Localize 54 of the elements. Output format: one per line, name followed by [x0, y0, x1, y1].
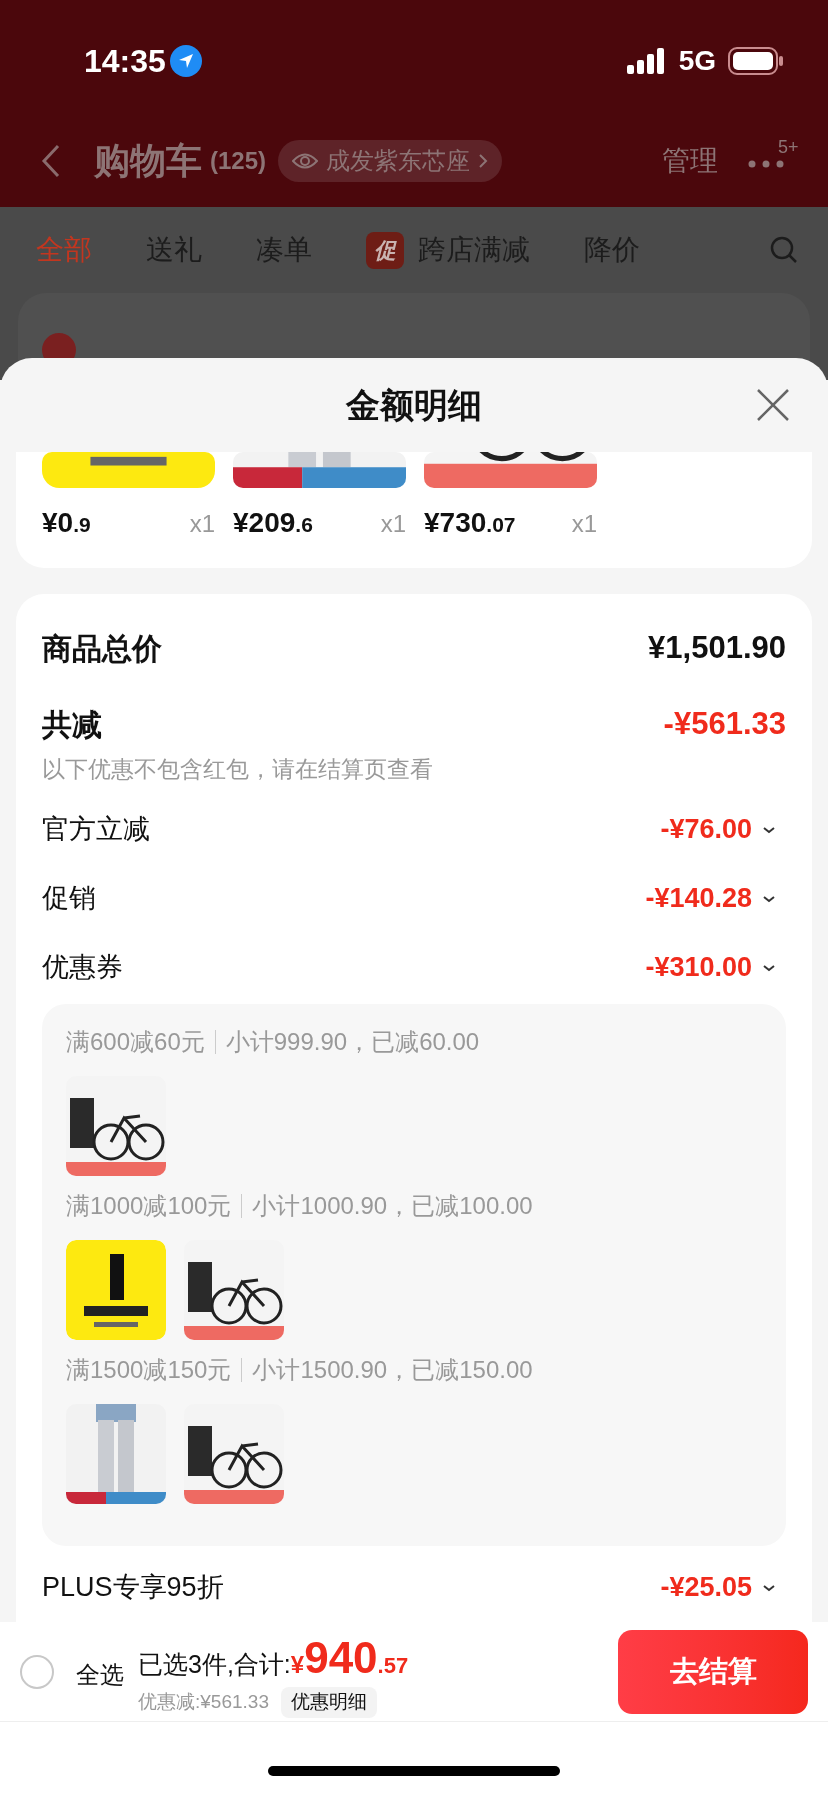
chevron-down-icon — [762, 824, 776, 835]
item-quantity: x1 — [380, 509, 406, 539]
item-price: ¥209.6 — [233, 506, 313, 540]
more-icon[interactable] — [748, 160, 784, 168]
location-label: 成发紫东芯座 — [326, 146, 471, 176]
signal-icon — [626, 47, 667, 74]
item-quantity: x1 — [571, 509, 597, 539]
coupon-rule: 满600减60元 — [66, 1029, 216, 1054]
chevron-down-icon — [762, 962, 776, 973]
row-label: 官方立减 — [42, 813, 150, 847]
chevron-down-icon — [762, 893, 776, 904]
network-label: 5G — [678, 43, 716, 78]
saved-amount: 优惠减:¥561.33 — [138, 1690, 269, 1715]
select-all-checkbox[interactable] — [20, 1654, 54, 1689]
page-title: 购物车 — [94, 139, 202, 183]
chevron-right-icon — [478, 153, 489, 169]
item-quantity: x1 — [189, 509, 215, 539]
coupon-detail: 小计1500.90，已减150.00 — [251, 1354, 533, 1385]
coupon-detail: 小计1000.90，已减100.00 — [251, 1190, 533, 1221]
row-value: ¥1,501.90 — [648, 628, 786, 667]
cart-count: (125) — [210, 146, 267, 176]
row-value: -¥561.33 — [663, 704, 786, 743]
discount-detail-button[interactable]: 优惠明细 — [280, 1687, 377, 1718]
manage-link[interactable]: 管理 — [662, 140, 718, 182]
checkout-button[interactable]: 去结算 — [618, 1629, 808, 1714]
row-value: -¥140.28 — [645, 882, 752, 916]
coupon-detail: 小计999.90，已减60.00 — [224, 1026, 480, 1057]
back-icon[interactable] — [40, 143, 62, 179]
sheet-title: 金额明细 — [346, 384, 482, 426]
chevron-down-icon — [762, 1582, 776, 1593]
location-pill[interactable]: 成发紫东芯座 — [278, 140, 503, 182]
selected-summary: 已选3件,合计: — [138, 1649, 291, 1681]
notification-count: 5+ — [778, 136, 799, 159]
row-label: 促销 — [42, 882, 96, 916]
select-all-label[interactable]: 全选 — [76, 1656, 124, 1693]
row-value: -¥25.05 — [660, 1571, 752, 1605]
row-label: PLUS专享95折 — [42, 1571, 224, 1605]
promo-tag: 促 — [366, 231, 404, 269]
total-price: ¥940.57 — [290, 1632, 409, 1685]
note-text: 以下优惠不包含红包，请在结算页查看 — [42, 755, 434, 784]
search-icon[interactable] — [770, 236, 798, 264]
item-price: ¥730.07 — [424, 506, 516, 540]
eye-icon — [292, 152, 319, 170]
status-time: 14:35 — [84, 41, 166, 81]
coupon-rule: 满1500减150元 — [66, 1357, 243, 1382]
row-label: 优惠券 — [42, 951, 123, 985]
coupon-rule: 满1000减100元 — [66, 1193, 243, 1218]
row-value: -¥76.00 — [660, 813, 752, 847]
item-price: ¥0.9 — [42, 506, 91, 540]
row-value: -¥310.00 — [645, 951, 752, 985]
close-icon[interactable] — [756, 388, 790, 422]
row-label: 共减 — [42, 706, 102, 743]
row-label: 商品总价 — [42, 630, 162, 667]
battery-icon — [728, 46, 784, 75]
